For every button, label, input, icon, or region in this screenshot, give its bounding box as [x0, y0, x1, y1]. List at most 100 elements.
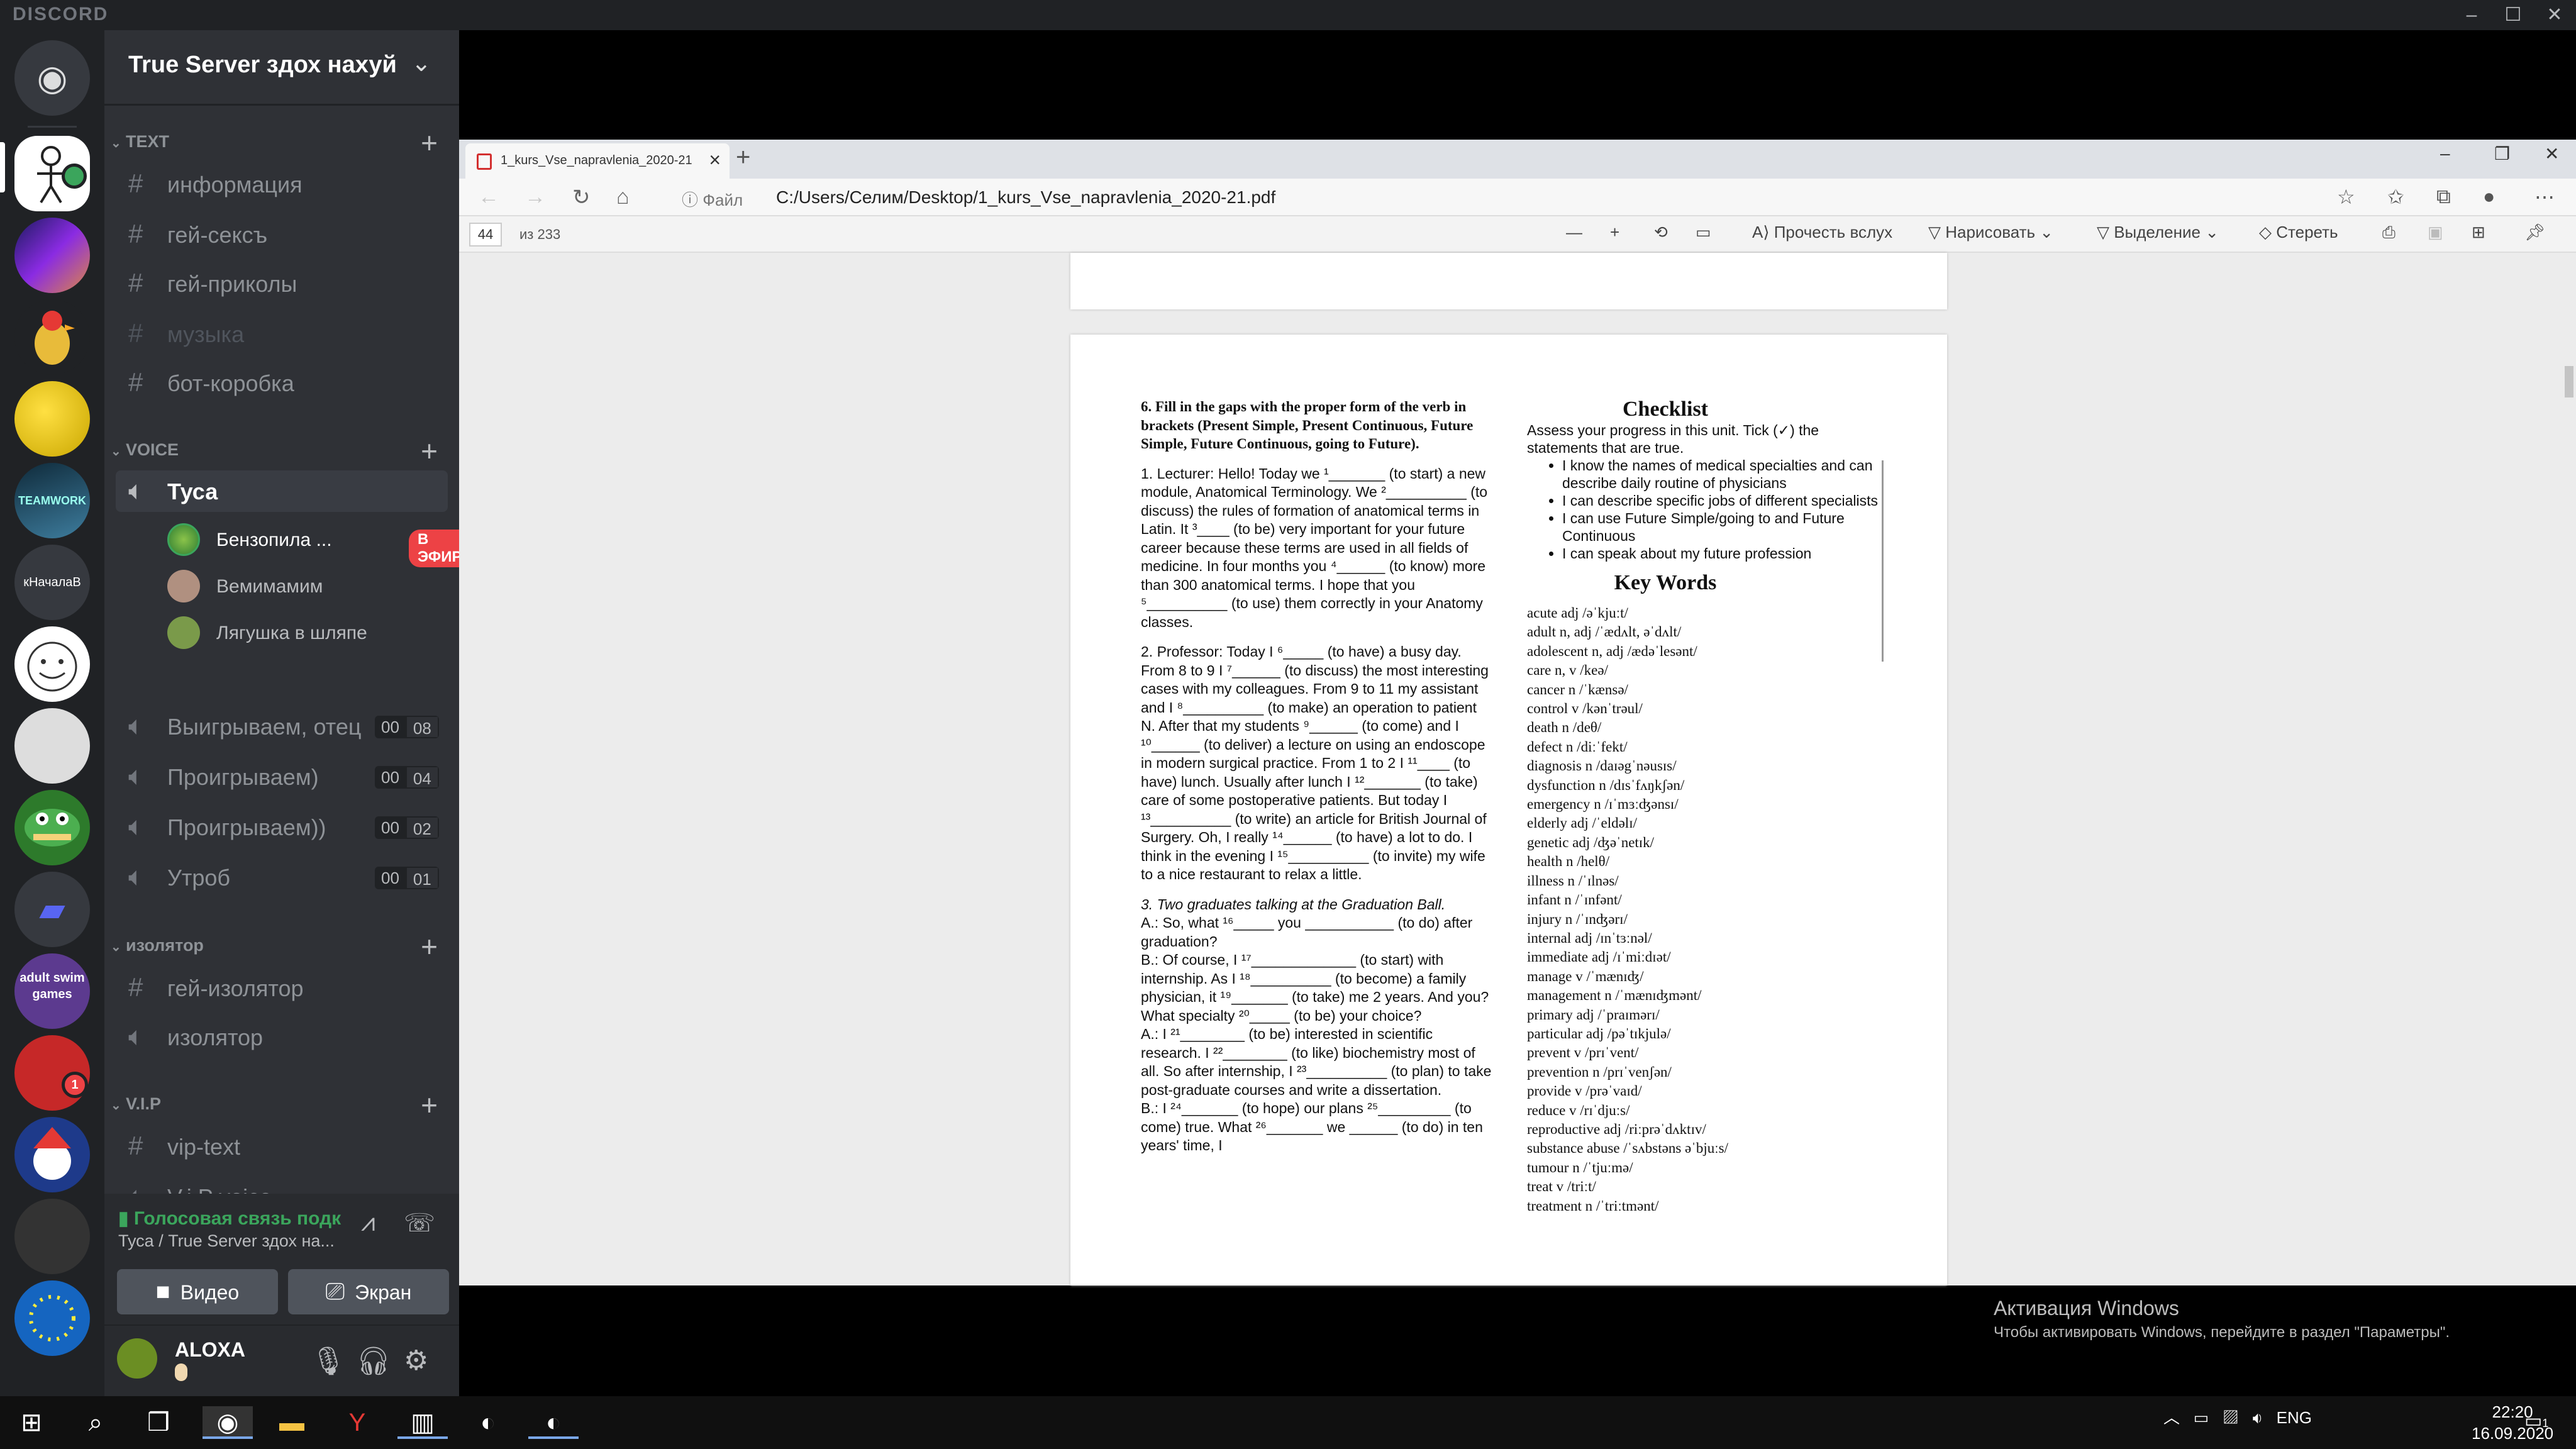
key-word-entry: tumour n /ˈtjuːmə/ — [1527, 1159, 1633, 1175]
highlight-button[interactable]: ▽ Выделение ⌄ — [2097, 223, 2219, 242]
voice-channel-proigryvaem2[interactable]: 🔈︎ Проигрываем)) 00 02 — [116, 806, 448, 848]
voice-channel-proigryvaem[interactable]: 🔈︎ Проигрываем) 00 04 — [116, 756, 448, 797]
category-isolator[interactable]: ⌄ изолятор + — [111, 930, 450, 963]
taskbar-discord-icon[interactable]: ◉ — [203, 1406, 253, 1439]
voice-channel-utrob[interactable]: 🔈︎ Утроб 00 01 — [116, 857, 448, 898]
server-croc[interactable] — [14, 790, 90, 865]
pdf-viewport[interactable]: 6. Fill in the gaps with the proper form… — [459, 253, 2576, 1341]
notification-icon[interactable]: ▭1 — [2524, 1410, 2548, 1432]
noise-suppression-icon[interactable]: ⩘ — [361, 1209, 375, 1237]
server-eu[interactable] — [14, 1280, 90, 1356]
server-rooster[interactable] — [14, 299, 90, 375]
task-view-icon[interactable]: ❒ — [133, 1406, 184, 1439]
taskbar-yandex-icon[interactable]: Y — [332, 1406, 382, 1439]
browser-close-button[interactable]: ✕ — [2545, 143, 2559, 164]
save-icon[interactable]: ▣ — [2428, 223, 2443, 242]
avatar[interactable] — [117, 1338, 157, 1379]
taskbar-monitor-icon[interactable]: ▥ — [397, 1406, 448, 1439]
home-icon[interactable]: ⌂ — [616, 185, 630, 209]
url-field[interactable]: C:/Users/Селим/Desktop/1_kurs_Vse_naprav… — [776, 187, 1275, 208]
zoom-in-icon[interactable]: + — [1610, 223, 1619, 242]
erase-button[interactable]: ◇ Стереть — [2259, 223, 2338, 242]
voice-user[interactable]: Лягушка в шляпе — [167, 616, 450, 652]
zoom-out-icon[interactable]: — — [1566, 223, 1582, 242]
page-number-input[interactable]: 44 — [469, 223, 502, 247]
category-text[interactable]: ⌄ TEXT + — [111, 126, 450, 159]
save-as-icon[interactable]: ⊞ — [2472, 223, 2485, 242]
back-icon[interactable]: ← — [478, 185, 499, 209]
add-channel-icon[interactable]: + — [421, 1088, 438, 1122]
voice-location[interactable]: Туса / True Server здох на... — [118, 1231, 335, 1251]
pin-icon[interactable]: 📌︎ — [2524, 223, 2545, 242]
server-teamwork[interactable]: TEAMWORK — [14, 463, 90, 538]
voice-user[interactable]: Вемимамим — [167, 570, 450, 605]
more-icon[interactable]: ⋯ — [2534, 185, 2555, 209]
video-button[interactable]: ■ Видео — [117, 1269, 278, 1314]
voice-channel-vyigryvaem[interactable]: 🔈︎ Выигрываем, отец 00 08 — [116, 706, 448, 747]
add-channel-icon[interactable]: + — [421, 126, 438, 160]
channel-muzyka[interactable]: # музыка — [116, 313, 448, 355]
category-voice[interactable]: ⌄ VOICE + — [111, 435, 450, 467]
close-tab-icon[interactable]: × — [709, 148, 721, 172]
read-aloud-button[interactable]: A⟩ Прочесть вслух — [1752, 223, 1892, 242]
browser-tab[interactable]: 1_kurs_Vse_napravlenia_2020-21 × — [465, 143, 730, 179]
discord-home-icon[interactable]: ◉ — [14, 40, 90, 116]
channel-gay-isolator[interactable]: # гей-изолятор — [116, 967, 448, 1009]
server-grey[interactable] — [14, 708, 90, 784]
settings-gear-icon[interactable]: ⚙ — [404, 1345, 428, 1377]
taskbar-steam2-icon[interactable]: ◐ — [528, 1406, 579, 1439]
chevron-down-icon[interactable]: ⌄ — [411, 49, 431, 77]
server-meme-face[interactable] — [14, 626, 90, 702]
screen-share-button[interactable]: ⎚ Экран — [288, 1269, 449, 1314]
pdf-scrollbar[interactable] — [2565, 366, 2573, 397]
channel-gay-sex[interactable]: # гей-сексъ — [116, 214, 448, 255]
close-button[interactable]: ✕ — [2536, 1, 2573, 29]
search-icon[interactable]: ⌕ — [70, 1406, 121, 1439]
server-adult-swim[interactable]: adult swim games — [14, 953, 90, 1029]
language-indicator[interactable]: ENG — [2277, 1408, 2312, 1427]
maximize-button[interactable]: ☐ — [2494, 1, 2532, 29]
voice-channel-isolator[interactable]: 🔈︎ изолятор — [116, 1016, 448, 1058]
category-vip[interactable]: ⌄ V.I.P + — [111, 1089, 450, 1121]
refresh-icon[interactable]: ↻ — [572, 185, 591, 210]
server-dark[interactable] — [14, 1199, 90, 1274]
channel-vip-text[interactable]: # vip-text — [116, 1126, 448, 1167]
volume-icon[interactable]: 🔉︎ — [2253, 1408, 2263, 1427]
add-channel-icon[interactable]: + — [421, 930, 438, 963]
browser-restore-button[interactable]: ❐ — [2494, 143, 2510, 164]
collections-icon[interactable]: ⧉ — [2436, 185, 2451, 209]
tray-app-icon[interactable]: ▨ — [2223, 1408, 2239, 1427]
taskbar-steam-icon[interactable]: ◐ — [463, 1406, 513, 1439]
server-header[interactable]: True Server здох нахуй ⌄ — [104, 30, 459, 106]
channel-gay-prikoly[interactable]: # гей-приколы — [116, 263, 448, 304]
favorite-star-icon[interactable]: ☆ — [2337, 185, 2355, 209]
server-santa[interactable] — [14, 1117, 90, 1192]
windows-start-icon[interactable]: ⊞ — [6, 1406, 57, 1439]
draw-button[interactable]: ▽ Нарисовать ⌄ — [1928, 223, 2053, 242]
voice-user[interactable]: Бензопила ... В ЭФИРЕ — [167, 523, 481, 567]
profile-icon[interactable]: ● — [2483, 185, 2495, 208]
forward-icon[interactable]: → — [525, 185, 546, 209]
server-purple[interactable] — [14, 218, 90, 293]
channel-informaciya[interactable]: # информация — [116, 164, 448, 205]
locked-speaker-icon: 🔈︎ — [128, 862, 145, 891]
rotate-icon[interactable]: ⟲ — [1654, 223, 1668, 242]
voice-channel-tusa[interactable]: 🔈︎ Туса — [116, 470, 448, 512]
server-nachalav[interactable]: кНачалаВ — [14, 545, 90, 620]
folder-icon[interactable]: ▰ — [14, 872, 90, 947]
minimize-button[interactable]: – — [2453, 1, 2490, 29]
new-tab-button[interactable]: + — [736, 143, 750, 172]
microphone-icon[interactable]: 🎙︎ — [311, 1345, 346, 1377]
add-channel-icon[interactable]: + — [421, 434, 438, 468]
headphones-icon[interactable]: 🎧︎ — [356, 1345, 391, 1377]
channel-bot-korobka[interactable]: # бот-коробка — [116, 362, 448, 404]
browser-minimize-button[interactable]: – — [2440, 143, 2450, 164]
fit-page-icon[interactable]: ▭ — [1696, 223, 1711, 242]
network-icon[interactable]: ▭ — [2194, 1408, 2209, 1427]
tray-chevron-icon[interactable]: ︿ — [2163, 1408, 2180, 1427]
favorites-icon[interactable]: ✩ — [2387, 185, 2404, 209]
print-icon[interactable]: ⎙ — [2382, 223, 2396, 243]
server-yellow-face[interactable] — [14, 381, 90, 457]
disconnect-icon[interactable]: ☏ — [404, 1209, 435, 1238]
taskbar-explorer-icon[interactable]: ▬ — [267, 1406, 317, 1439]
